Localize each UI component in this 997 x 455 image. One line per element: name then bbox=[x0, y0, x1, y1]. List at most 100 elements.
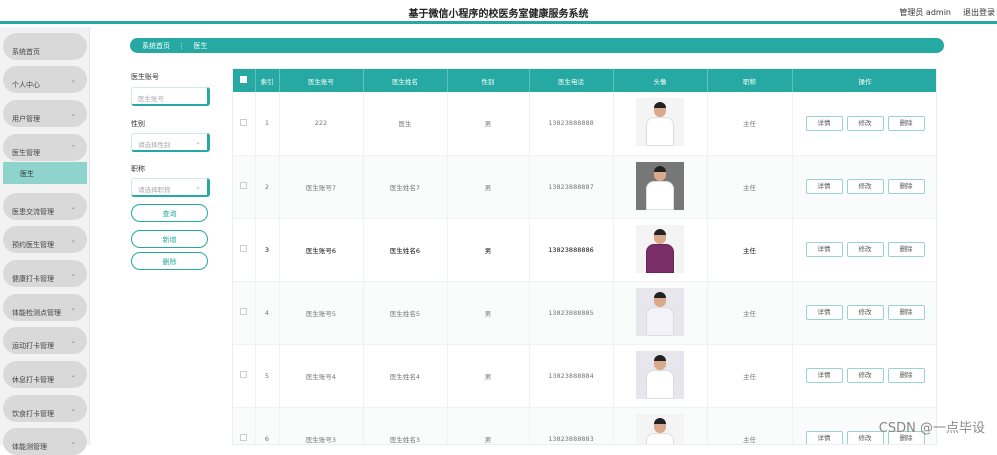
sidebar-item-appointments[interactable]: 预约医生管理 ⌄ bbox=[3, 226, 87, 253]
chevron-down-icon: ⌄ bbox=[70, 110, 76, 118]
breadcrumb-current: 医生 bbox=[193, 42, 208, 50]
header-gender: 性别 bbox=[447, 69, 530, 92]
top-bar: 基于微信小程序的校医务室健康服务系统 管理员 admin 退出登录 bbox=[0, 0, 997, 24]
cell-gender: 男 bbox=[447, 344, 530, 408]
detail-button[interactable]: 详情 bbox=[805, 179, 843, 194]
cell-index: 3 bbox=[255, 218, 280, 282]
cell-actions: 详情 修改 删除 bbox=[792, 155, 936, 219]
detail-button[interactable]: 详情 bbox=[805, 242, 843, 257]
header-title: 职称 bbox=[707, 69, 793, 92]
row-checkbox[interactable] bbox=[233, 218, 256, 282]
cell-phone: 13823888887 bbox=[529, 155, 614, 219]
chevron-down-icon: ⌄ bbox=[70, 371, 76, 379]
cell-phone: 13823888883 bbox=[529, 407, 614, 444]
app-title: 基于微信小程序的校医务室健康服务系统 bbox=[408, 9, 589, 20]
row-checkbox[interactable] bbox=[233, 407, 256, 444]
batch-delete-button[interactable]: 删除 bbox=[131, 252, 208, 270]
delete-button[interactable]: 删除 bbox=[887, 242, 925, 257]
doctor-avatar bbox=[636, 98, 684, 147]
sidebar: 系统首页 个人中心 ⌄ 用户管理 ⌄ 医生管理 ⌃ 医生 医患交流管理 ⌄ 预约医生管理… bbox=[0, 27, 90, 455]
cell-phone: 13823888888 bbox=[529, 92, 614, 156]
delete-button[interactable]: 删除 bbox=[887, 305, 925, 320]
sidebar-item-fitness-test[interactable]: 体能测管理 ⌄ bbox=[3, 428, 87, 455]
cell-index: 2 bbox=[255, 155, 280, 219]
chevron-down-icon: ⌄ bbox=[70, 405, 76, 413]
chevron-down-icon: ⌄ bbox=[195, 138, 201, 146]
sidebar-item-doctors[interactable]: 医生管理 ⌃ bbox=[3, 134, 87, 161]
sidebar-item-rest-checkin[interactable]: 休息打卡管理 ⌄ bbox=[3, 361, 87, 388]
sidebar-item-users[interactable]: 用户管理 ⌄ bbox=[3, 100, 87, 127]
select-all-checkbox[interactable] bbox=[233, 69, 256, 92]
gender-select[interactable]: 请选择性别 ⌄ bbox=[131, 133, 210, 152]
logout-link[interactable]: 退出登录 bbox=[963, 7, 995, 18]
sidebar-item-consult[interactable]: 医患交流管理 ⌄ bbox=[3, 193, 87, 220]
detail-button[interactable]: 详情 bbox=[805, 305, 843, 320]
title-select[interactable]: 请选择职称 ⌄ bbox=[131, 178, 210, 197]
sidebar-item-label: 用户管理 bbox=[12, 115, 40, 123]
cell-gender: 男 bbox=[447, 92, 530, 156]
add-button[interactable]: 新增 bbox=[131, 230, 208, 248]
cell-actions: 详情 修改 删除 bbox=[792, 281, 936, 345]
detail-button[interactable]: 详情 bbox=[805, 431, 843, 444]
chevron-down-icon: ⌄ bbox=[195, 183, 201, 191]
cell-title: 主任 bbox=[707, 281, 793, 345]
doctor-avatar bbox=[636, 224, 684, 273]
header-index: 索引 bbox=[255, 69, 280, 92]
row-checkbox[interactable] bbox=[233, 155, 256, 219]
sidebar-item-label: 体能测管理 bbox=[12, 443, 47, 451]
query-button[interactable]: 查询 bbox=[131, 204, 208, 222]
sidebar-item-diet-checkin[interactable]: 饮食打卡管理 ⌄ bbox=[3, 395, 87, 422]
cell-name: 医生姓名6 bbox=[363, 218, 448, 282]
header-avatar: 头像 bbox=[613, 69, 708, 92]
detail-button[interactable]: 详情 bbox=[805, 115, 843, 131]
detail-button[interactable]: 详情 bbox=[805, 368, 843, 383]
sidebar-item-exercise-checkin[interactable]: 运动打卡管理 ⌄ bbox=[3, 327, 87, 354]
delete-button[interactable]: 删除 bbox=[887, 179, 925, 194]
watermark: CSDN @一点毕设 bbox=[878, 421, 985, 436]
table-row: 4 医生账号5 医生姓名5 男 13823888885 主任 详情 修改 删除 bbox=[233, 281, 936, 345]
cell-index: 6 bbox=[255, 407, 280, 444]
cell-account: 医生账号4 bbox=[279, 344, 364, 408]
cell-avatar bbox=[613, 344, 708, 408]
edit-button[interactable]: 修改 bbox=[846, 179, 884, 194]
edit-button[interactable]: 修改 bbox=[846, 115, 884, 131]
sidebar-item-health-checkin[interactable]: 健康打卡管理 ⌄ bbox=[3, 260, 87, 287]
doctor-avatar bbox=[636, 350, 684, 399]
cell-title: 主任 bbox=[707, 92, 793, 156]
chevron-up-icon: ⌃ bbox=[70, 144, 76, 152]
sidebar-item-label: 医患交流管理 bbox=[12, 208, 54, 216]
edit-button[interactable]: 修改 bbox=[846, 368, 884, 383]
row-checkbox[interactable] bbox=[233, 281, 256, 345]
current-user: 管理员 admin bbox=[899, 8, 951, 17]
sidebar-item-profile[interactable]: 个人中心 ⌄ bbox=[3, 66, 87, 93]
doctor-avatar bbox=[636, 413, 684, 444]
table-row: 1 222 医生 男 13823888888 主任 详情 修改 删除 bbox=[233, 92, 936, 156]
edit-button[interactable]: 修改 bbox=[846, 305, 884, 320]
row-checkbox[interactable] bbox=[233, 344, 256, 408]
edit-button[interactable]: 修改 bbox=[846, 242, 884, 257]
delete-button[interactable]: 删除 bbox=[887, 115, 925, 131]
sidebar-item-fitness-points[interactable]: 体能检测点管理 ⌄ bbox=[3, 294, 87, 321]
cell-avatar bbox=[613, 92, 708, 156]
table-header-row: 索引 医生账号 医生姓名 性别 医生电话 头像 职称 操作 bbox=[233, 69, 936, 92]
row-checkbox[interactable] bbox=[233, 92, 256, 156]
chevron-down-icon: ⌄ bbox=[70, 203, 76, 211]
cell-gender: 男 bbox=[447, 407, 530, 444]
chevron-down-icon: ⌄ bbox=[70, 270, 76, 278]
cell-title: 主任 bbox=[707, 218, 793, 282]
cell-avatar bbox=[613, 218, 708, 282]
sidebar-item-home[interactable]: 系统首页 bbox=[3, 33, 87, 60]
cell-name: 医生姓名7 bbox=[363, 155, 448, 219]
sidebar-subitem-doctor[interactable]: 医生 bbox=[3, 162, 87, 184]
account-input[interactable]: 医生账号 bbox=[131, 87, 210, 106]
breadcrumb-home[interactable]: 系统首页 bbox=[142, 42, 170, 50]
cell-phone: 13823888885 bbox=[529, 281, 614, 345]
cell-account: 医生账号5 bbox=[279, 281, 364, 345]
cell-gender: 男 bbox=[447, 155, 530, 219]
cell-actions: 详情 修改 删除 bbox=[792, 92, 936, 156]
cell-avatar bbox=[613, 281, 708, 345]
gender-label: 性别 bbox=[131, 120, 145, 128]
sidebar-item-label: 医生管理 bbox=[12, 149, 40, 157]
delete-button[interactable]: 删除 bbox=[887, 368, 925, 383]
cell-actions: 详情 修改 删除 bbox=[792, 218, 936, 282]
